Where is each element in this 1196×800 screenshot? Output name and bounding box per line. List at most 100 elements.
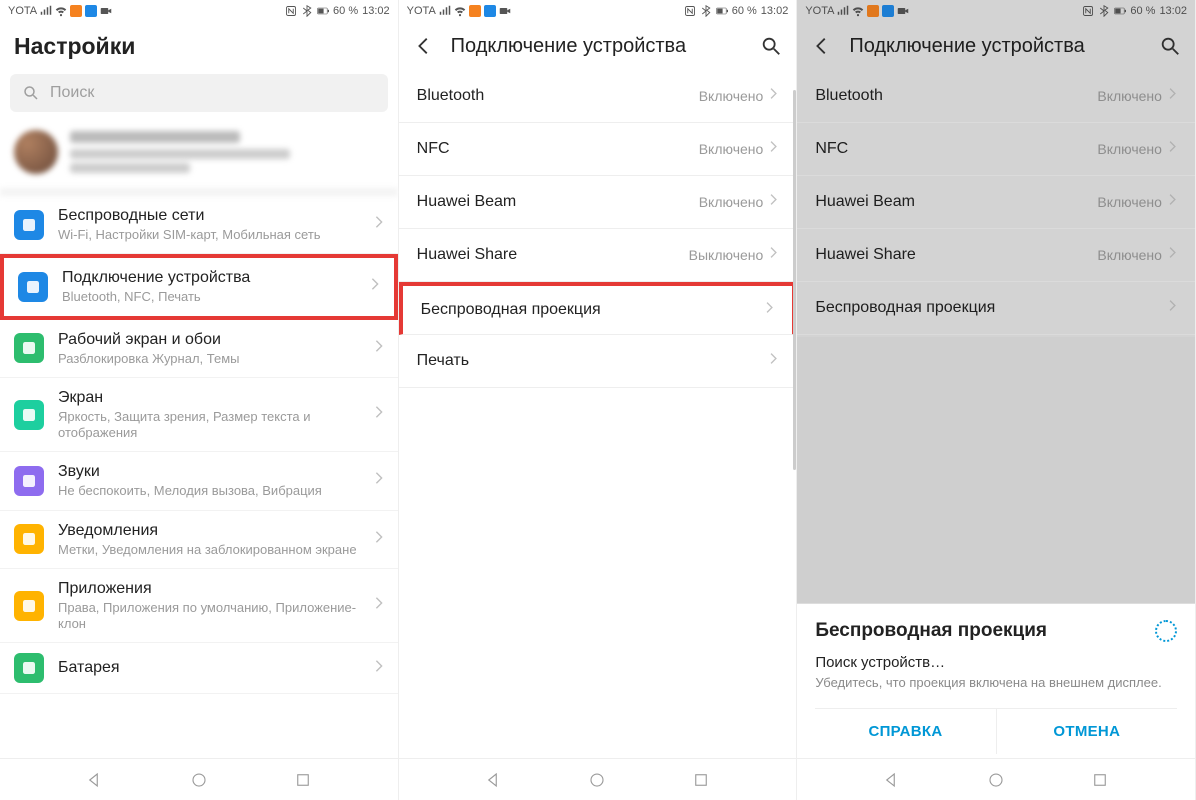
settings-item-0[interactable]: Беспроводные сетиWi-Fi, Настройки SIM-ка… bbox=[0, 196, 398, 254]
item-icon bbox=[14, 400, 44, 430]
row-title: NFC bbox=[417, 140, 699, 158]
header: Подключение устройства bbox=[797, 22, 1195, 70]
chevron-right-icon bbox=[769, 87, 778, 105]
row-nfc[interactable]: NFCВключено bbox=[797, 123, 1195, 176]
row-title: Беспроводная проекция bbox=[421, 301, 766, 319]
nav-home-icon[interactable] bbox=[588, 771, 606, 789]
camera-icon bbox=[897, 5, 909, 17]
search-icon[interactable] bbox=[760, 35, 782, 57]
row-title: Bluetooth bbox=[417, 87, 699, 105]
time-text: 13:02 bbox=[362, 5, 390, 17]
row-value: Включено bbox=[1097, 247, 1162, 263]
header: Настройки bbox=[0, 22, 398, 70]
search-icon bbox=[22, 84, 40, 102]
battery-text: 60 % bbox=[732, 5, 757, 17]
nav-back-icon[interactable] bbox=[86, 771, 104, 789]
row-huawei-share[interactable]: Huawei ShareВыключено bbox=[399, 229, 797, 282]
back-icon[interactable] bbox=[811, 35, 833, 57]
nav-back-icon[interactable] bbox=[883, 771, 901, 789]
item-subtitle: Яркость, Защита зрения, Размер текста и … bbox=[58, 409, 360, 442]
row-huawei-share[interactable]: Huawei ShareВключено bbox=[797, 229, 1195, 282]
item-title: Беспроводные сети bbox=[58, 206, 360, 226]
item-icon bbox=[14, 333, 44, 363]
settings-item-2[interactable]: Рабочий экран и обоиРазблокировка Журнал… bbox=[0, 320, 398, 378]
signal-icon bbox=[837, 5, 849, 17]
row-печать[interactable]: Печать bbox=[797, 335, 1195, 337]
profile-text bbox=[70, 131, 290, 173]
time-text: 13:02 bbox=[1159, 5, 1187, 17]
spinner-icon bbox=[1155, 620, 1177, 642]
nav-recent-icon[interactable] bbox=[692, 771, 710, 789]
item-title: Звуки bbox=[58, 462, 360, 482]
row-bluetooth[interactable]: BluetoothВключено bbox=[399, 70, 797, 123]
item-icon bbox=[14, 210, 44, 240]
connection-list: BluetoothВключеноNFCВключеноHuawei BeamВ… bbox=[797, 70, 1195, 337]
chevron-right-icon bbox=[374, 530, 384, 549]
carrier-label: YOTA bbox=[407, 5, 436, 17]
item-title: Приложения bbox=[58, 579, 360, 599]
wireless-projection-sheet: Беспроводная проекция Поиск устройств… У… bbox=[797, 603, 1195, 758]
settings-item-3[interactable]: ЭкранЯркость, Защита зрения, Размер текс… bbox=[0, 378, 398, 453]
row-value: Включено bbox=[699, 141, 764, 157]
back-icon[interactable] bbox=[413, 35, 435, 57]
nav-home-icon[interactable] bbox=[987, 771, 1005, 789]
status-square-blue bbox=[484, 5, 496, 17]
signal-icon bbox=[439, 5, 451, 17]
help-button[interactable]: СПРАВКА bbox=[815, 709, 996, 754]
search-input[interactable]: Поиск bbox=[10, 74, 388, 112]
settings-item-5[interactable]: УведомленияМетки, Уведомления на заблоки… bbox=[0, 511, 398, 569]
chevron-right-icon bbox=[374, 215, 384, 234]
wifi-icon bbox=[55, 5, 67, 17]
row-huawei-beam[interactable]: Huawei BeamВключено bbox=[797, 176, 1195, 229]
status-bar: YOTA 60 % 13:02 bbox=[797, 0, 1195, 22]
item-title: Подключение устройства bbox=[62, 268, 356, 288]
connection-list: BluetoothВключеноNFCВключеноHuawei BeamВ… bbox=[399, 70, 797, 414]
row-value: Включено bbox=[1097, 194, 1162, 210]
status-square-orange bbox=[867, 5, 879, 17]
chevron-right-icon bbox=[765, 301, 774, 319]
nav-home-icon[interactable] bbox=[190, 771, 208, 789]
row-печать[interactable]: Печать bbox=[399, 335, 797, 388]
row-title: Huawei Share bbox=[815, 246, 1097, 264]
wifi-icon bbox=[852, 5, 864, 17]
hint-label: Убедитесь, что проекция включена на внеш… bbox=[815, 675, 1177, 692]
carrier-label: YOTA bbox=[805, 5, 834, 17]
status-bar: YOTA 60 % 13:02 bbox=[399, 0, 797, 22]
chevron-right-icon bbox=[374, 596, 384, 615]
nav-recent-icon[interactable] bbox=[1091, 771, 1109, 789]
battery-icon bbox=[317, 5, 329, 17]
chevron-right-icon bbox=[1168, 140, 1177, 158]
settings-item-7[interactable]: Батарея bbox=[0, 643, 398, 694]
chevron-right-icon bbox=[1168, 246, 1177, 264]
bluetooth-icon bbox=[301, 5, 313, 17]
row-nfc[interactable]: NFCВключено bbox=[399, 123, 797, 176]
settings-item-4[interactable]: ЗвукиНе беспокоить, Мелодия вызова, Вибр… bbox=[0, 452, 398, 510]
row-беспроводная-проекция[interactable]: Беспроводная проекция bbox=[399, 282, 797, 335]
item-title: Экран bbox=[58, 388, 360, 408]
row-bluetooth[interactable]: BluetoothВключено bbox=[797, 70, 1195, 123]
status-square-blue bbox=[882, 5, 894, 17]
chevron-right-icon bbox=[769, 193, 778, 211]
status-square-orange bbox=[70, 5, 82, 17]
camera-icon bbox=[100, 5, 112, 17]
settings-item-6[interactable]: ПриложенияПрава, Приложения по умолчанию… bbox=[0, 569, 398, 644]
row-title: Bluetooth bbox=[815, 87, 1097, 105]
item-subtitle: Не беспокоить, Мелодия вызова, Вибрация bbox=[58, 483, 360, 499]
item-icon bbox=[14, 524, 44, 554]
page-title: Подключение устройства bbox=[451, 35, 745, 58]
sheet-title: Беспроводная проекция bbox=[815, 620, 1047, 642]
nav-recent-icon[interactable] bbox=[294, 771, 312, 789]
search-icon[interactable] bbox=[1159, 35, 1181, 57]
page-title: Настройки bbox=[14, 33, 135, 60]
nav-back-icon[interactable] bbox=[485, 771, 503, 789]
item-icon bbox=[18, 272, 48, 302]
settings-item-1[interactable]: Подключение устройстваBluetooth, NFC, Пе… bbox=[0, 254, 398, 319]
row-huawei-beam[interactable]: Huawei BeamВключено bbox=[399, 176, 797, 229]
nfc-icon bbox=[285, 5, 297, 17]
profile-card[interactable] bbox=[0, 122, 398, 196]
row-title: Беспроводная проекция bbox=[815, 299, 1168, 317]
chevron-right-icon bbox=[1168, 87, 1177, 105]
cancel-button[interactable]: ОТМЕНА bbox=[997, 709, 1177, 754]
row-title: Huawei Beam bbox=[417, 193, 699, 211]
row-беспроводная-проекция[interactable]: Беспроводная проекция bbox=[797, 282, 1195, 335]
